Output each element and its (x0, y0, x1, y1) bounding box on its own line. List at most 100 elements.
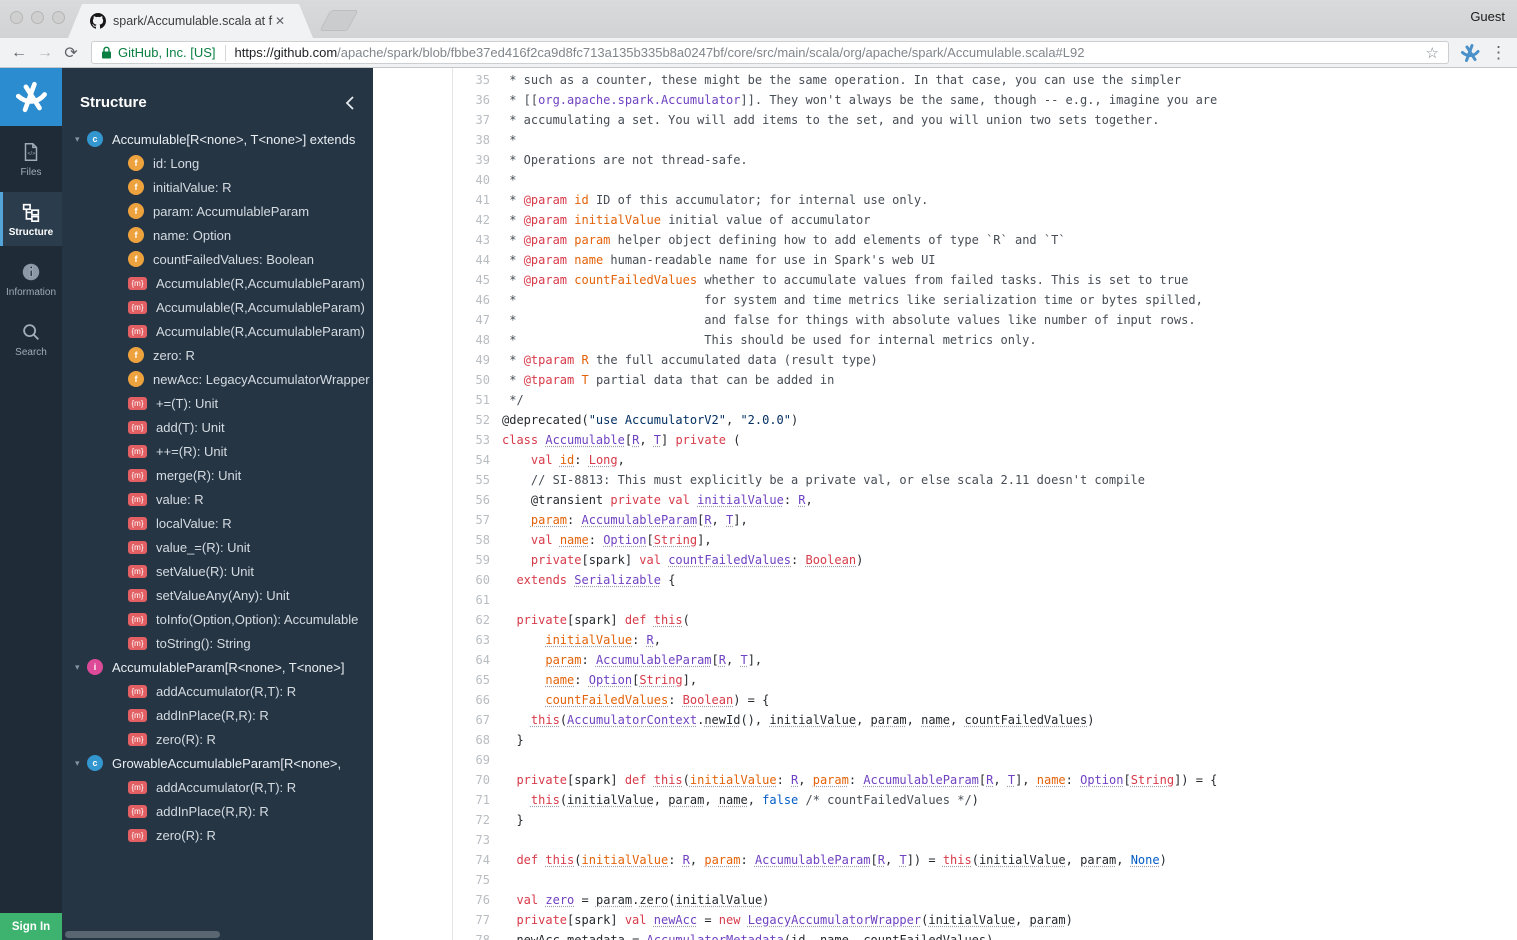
structure-tree-item[interactable]: {m} toInfo(Option,Option): Accumulable (62, 607, 373, 631)
back-button[interactable]: ← (6, 44, 32, 62)
line-number[interactable]: 64 (373, 650, 490, 670)
window-controls[interactable] (10, 11, 65, 24)
cert-label[interactable]: GitHub, Inc. [US] (118, 45, 216, 60)
expander-icon[interactable]: ▾ (75, 662, 87, 673)
structure-tree-item[interactable]: f newAcc: LegacyAccumulatorWrapper (62, 367, 373, 391)
structure-tree-item[interactable]: {m} setValueAny(Any): Unit (62, 583, 373, 607)
line-number[interactable]: 37 (373, 110, 490, 130)
line-number[interactable]: 71 (373, 790, 490, 810)
sidebar-item-structure[interactable]: Structure (0, 192, 62, 246)
close-window-icon[interactable] (10, 11, 23, 24)
forward-button[interactable]: → (32, 44, 58, 62)
structure-tree-item[interactable]: {m} value_=(R): Unit (62, 535, 373, 559)
line-number[interactable]: 59 (373, 550, 490, 570)
close-tab-icon[interactable]: ✕ (275, 14, 285, 28)
browser-tab[interactable]: spark/Accumulable.scala at fbb ✕ (68, 4, 313, 38)
structure-tree-item[interactable]: f countFailedValues: Boolean (62, 247, 373, 271)
line-number[interactable]: 63 (373, 630, 490, 650)
browser-menu-icon[interactable]: ⋮ (1490, 43, 1507, 63)
new-tab-button[interactable] (319, 10, 359, 31)
line-number[interactable]: 62 (373, 610, 490, 630)
structure-tree-item[interactable]: ▾ c Accumulable[R<none>, T<none>] extends (62, 127, 373, 151)
line-number[interactable]: 55 (373, 470, 490, 490)
line-number[interactable]: 76 (373, 890, 490, 910)
structure-tree-item[interactable]: {m} value: R (62, 487, 373, 511)
line-number[interactable]: 74 (373, 850, 490, 870)
structure-tree-item[interactable]: {m} localValue: R (62, 511, 373, 535)
expander-icon[interactable]: ▾ (75, 758, 87, 769)
collapse-panel-icon[interactable] (343, 95, 357, 111)
sidebar-item-information[interactable]: Information (0, 252, 62, 306)
structure-tree-item[interactable]: {m} ++=(R): Unit (62, 439, 373, 463)
line-number[interactable]: 47 (373, 310, 490, 330)
line-number[interactable]: 58 (373, 530, 490, 550)
line-number[interactable]: 52 (373, 410, 490, 430)
line-number[interactable]: 39 (373, 150, 490, 170)
line-number[interactable]: 36 (373, 90, 490, 110)
reload-button[interactable]: ⟳ (58, 43, 84, 63)
line-number[interactable]: 68 (373, 730, 490, 750)
expander-icon[interactable]: ▾ (75, 134, 87, 145)
structure-tree-item[interactable]: f id: Long (62, 151, 373, 175)
horizontal-scrollbar[interactable] (65, 931, 220, 938)
line-number[interactable]: 75 (373, 870, 490, 890)
sourcegraph-logo[interactable] (0, 68, 62, 126)
structure-tree-item[interactable]: {m} Accumulable(R,AccumulableParam) (62, 271, 373, 295)
structure-tree-item[interactable]: {m} addInPlace(R,R): R (62, 799, 373, 823)
structure-tree-item[interactable]: {m} addInPlace(R,R): R (62, 703, 373, 727)
line-number[interactable]: 77 (373, 910, 490, 930)
structure-tree-item[interactable]: {m} zero(R): R (62, 823, 373, 847)
structure-tree-item[interactable]: {m} Accumulable(R,AccumulableParam) (62, 295, 373, 319)
structure-tree-item[interactable]: ▾ c GrowableAccumulableParam[R<none>, (62, 751, 373, 775)
line-number[interactable]: 73 (373, 830, 490, 850)
structure-tree-item[interactable]: ▾ i AccumulableParam[R<none>, T<none>] (62, 655, 373, 679)
line-number[interactable]: 70 (373, 770, 490, 790)
minimize-window-icon[interactable] (31, 11, 44, 24)
line-number[interactable]: 54 (373, 450, 490, 470)
structure-tree-item[interactable]: {m} add(T): Unit (62, 415, 373, 439)
line-number[interactable]: 60 (373, 570, 490, 590)
structure-tree-item[interactable]: {m} +=(T): Unit (62, 391, 373, 415)
line-number[interactable]: 43 (373, 230, 490, 250)
structure-tree-item[interactable]: {m} merge(R): Unit (62, 463, 373, 487)
line-number[interactable]: 51 (373, 390, 490, 410)
sidebar-item-search[interactable]: Search (0, 312, 62, 366)
line-number[interactable]: 44 (373, 250, 490, 270)
sidebar-item-files[interactable]: </> Files (0, 132, 62, 186)
sourcegraph-extension-icon[interactable] (1460, 43, 1480, 63)
address-bar[interactable]: GitHub, Inc. [US] https://github.com/apa… (91, 41, 1449, 64)
structure-tree-item[interactable]: f name: Option (62, 223, 373, 247)
line-number[interactable]: 50 (373, 370, 490, 390)
structure-tree-item[interactable]: {m} toString(): String (62, 631, 373, 655)
zoom-window-icon[interactable] (52, 11, 65, 24)
structure-tree-item[interactable]: f initialValue: R (62, 175, 373, 199)
structure-tree-item[interactable]: {m} Accumulable(R,AccumulableParam) (62, 319, 373, 343)
line-number[interactable]: 49 (373, 350, 490, 370)
sign-in-button[interactable]: Sign In (0, 913, 62, 940)
line-number[interactable]: 72 (373, 810, 490, 830)
line-number[interactable]: 38 (373, 130, 490, 150)
line-number[interactable]: 69 (373, 750, 490, 770)
line-number[interactable]: 45 (373, 270, 490, 290)
structure-tree-item[interactable]: f zero: R (62, 343, 373, 367)
line-number[interactable]: 35 (373, 70, 490, 90)
line-number[interactable]: 61 (373, 590, 490, 610)
bookmark-star-icon[interactable]: ☆ (1426, 44, 1439, 62)
line-number[interactable]: 48 (373, 330, 490, 350)
line-number[interactable]: 42 (373, 210, 490, 230)
line-number[interactable]: 78 (373, 930, 490, 940)
line-number[interactable]: 53 (373, 430, 490, 450)
line-number[interactable]: 41 (373, 190, 490, 210)
line-number[interactable]: 65 (373, 670, 490, 690)
line-number[interactable]: 46 (373, 290, 490, 310)
structure-tree-item[interactable]: {m} zero(R): R (62, 727, 373, 751)
structure-tree-item[interactable]: {m} setValue(R): Unit (62, 559, 373, 583)
structure-tree-item[interactable]: {m} addAccumulator(R,T): R (62, 775, 373, 799)
line-number[interactable]: 66 (373, 690, 490, 710)
line-number[interactable]: 57 (373, 510, 490, 530)
line-number[interactable]: 67 (373, 710, 490, 730)
url-text[interactable]: https://github.com/apache/spark/blob/fbb… (235, 45, 1420, 60)
line-number[interactable]: 56 (373, 490, 490, 510)
line-number[interactable]: 40 (373, 170, 490, 190)
structure-tree-item[interactable]: f param: AccumulableParam (62, 199, 373, 223)
